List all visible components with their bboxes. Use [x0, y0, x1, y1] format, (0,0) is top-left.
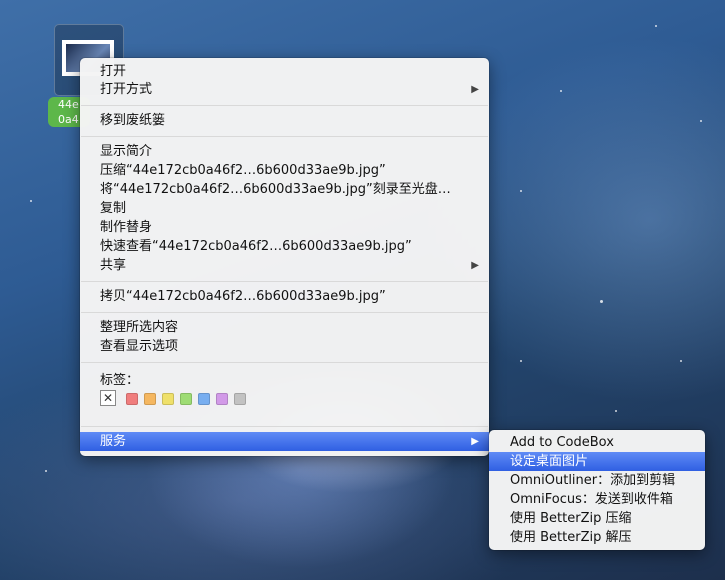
menu-separator: [81, 362, 488, 363]
menu-item-quick-look[interactable]: 快速查看“44e172cb0a46f2…6b600d33ae9b.jpg”: [80, 237, 489, 256]
menu-item-get-info[interactable]: 显示简介: [80, 142, 489, 161]
menu-item-label: 快速查看“44e172cb0a46f2…6b600d33ae9b.jpg”: [100, 239, 412, 254]
menu-item-label: 复制: [100, 201, 127, 216]
menu-item-share[interactable]: 共享 ▶: [80, 256, 489, 275]
menu-item-label: 服务: [100, 434, 127, 449]
service-label: 使用 BetterZip 解压: [510, 530, 632, 545]
menu-item-show-view-options[interactable]: 查看显示选项: [80, 337, 489, 356]
context-menu: 打开 打开方式 ▶ 移到废纸篓 显示简介 压缩“44e172cb0a46f2…6…: [80, 58, 489, 456]
tag-swatch-blue[interactable]: [198, 393, 210, 405]
tag-swatch-red[interactable]: [126, 393, 138, 405]
menu-item-label: 打开: [100, 64, 127, 79]
submenu-arrow-icon: ▶: [471, 84, 479, 95]
menu-item-label: 查看显示选项: [100, 339, 179, 354]
menu-item-label: 显示简介: [100, 144, 153, 159]
menu-item-label: 共享: [100, 258, 127, 273]
menu-item-label: 拷贝“44e172cb0a46f2…6b600d33ae9b.jpg”: [100, 289, 386, 304]
menu-item-open[interactable]: 打开: [80, 62, 489, 81]
tag-swatch-orange[interactable]: [144, 393, 156, 405]
menu-item-compress[interactable]: 压缩“44e172cb0a46f2…6b600d33ae9b.jpg”: [80, 161, 489, 180]
tags-label: 标签：: [100, 373, 140, 388]
menu-item-burn-to-disc[interactable]: 将“44e172cb0a46f2…6b600d33ae9b.jpg”刻录至光盘…: [80, 180, 489, 199]
menu-item-services[interactable]: 服务 ▶: [80, 432, 489, 451]
service-betterzip-extract[interactable]: 使用 BetterZip 解压: [489, 528, 705, 547]
service-omnioutliner-add-clipping[interactable]: OmniOutliner：添加到剪辑: [489, 471, 705, 490]
menu-item-move-to-trash[interactable]: 移到废纸篓: [80, 111, 489, 130]
menu-item-label: 移到废纸篓: [100, 113, 166, 128]
menu-separator: [81, 105, 488, 106]
service-label: OmniFocus：发送到收件箱: [510, 492, 673, 507]
services-submenu: Add to CodeBox 设定桌面图片 OmniOutliner：添加到剪辑…: [489, 430, 705, 550]
tag-swatch-green[interactable]: [180, 393, 192, 405]
submenu-arrow-icon: ▶: [471, 436, 479, 447]
menu-item-clean-up-selection[interactable]: 整理所选内容: [80, 318, 489, 337]
menu-item-label: 制作替身: [100, 220, 153, 235]
tag-swatch-purple[interactable]: [216, 393, 228, 405]
menu-item-open-with[interactable]: 打开方式 ▶: [80, 80, 489, 99]
service-omnifocus-send-to-inbox[interactable]: OmniFocus：发送到收件箱: [489, 490, 705, 509]
tag-swatch-yellow[interactable]: [162, 393, 174, 405]
service-label: OmniOutliner：添加到剪辑: [510, 473, 676, 488]
menu-separator: [81, 426, 488, 427]
service-label: 使用 BetterZip 压缩: [510, 511, 632, 526]
service-set-desktop-picture[interactable]: 设定桌面图片: [489, 452, 705, 471]
menu-item-label: 整理所选内容: [100, 320, 179, 335]
service-betterzip-compress[interactable]: 使用 BetterZip 压缩: [489, 509, 705, 528]
menu-item-copy[interactable]: 拷贝“44e172cb0a46f2…6b600d33ae9b.jpg”: [80, 287, 489, 306]
service-label: 设定桌面图片: [510, 454, 589, 469]
menu-item-label: 压缩“44e172cb0a46f2…6b600d33ae9b.jpg”: [100, 163, 386, 178]
menu-item-make-alias[interactable]: 制作替身: [80, 218, 489, 237]
service-label: Add to CodeBox: [510, 435, 614, 450]
menu-item-label: 打开方式: [100, 82, 153, 97]
remove-tag-x-icon[interactable]: ✕: [100, 390, 116, 406]
service-add-to-codebox[interactable]: Add to CodeBox: [489, 433, 705, 452]
menu-item-label: 将“44e172cb0a46f2…6b600d33ae9b.jpg”刻录至光盘…: [100, 182, 451, 197]
menu-separator: [81, 312, 488, 313]
menu-separator: [81, 281, 488, 282]
submenu-arrow-icon: ▶: [471, 260, 479, 271]
menu-separator: [81, 136, 488, 137]
tag-swatch-gray[interactable]: [234, 393, 246, 405]
menu-item-duplicate[interactable]: 复制: [80, 199, 489, 218]
